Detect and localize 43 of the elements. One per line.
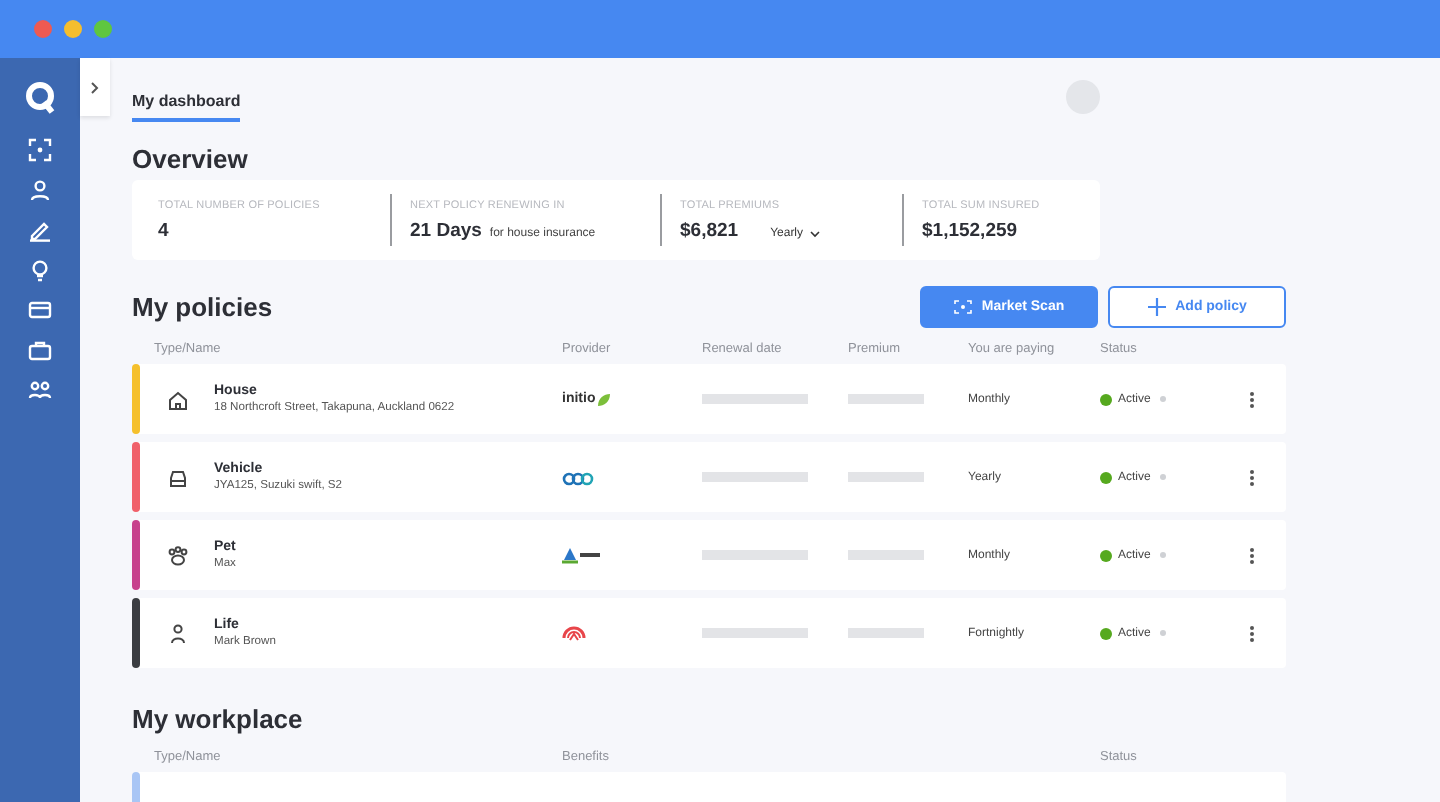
- rings-logo-icon: [562, 471, 594, 485]
- premium-placeholder: [848, 628, 924, 638]
- more-menu-button[interactable]: [1246, 623, 1258, 643]
- stat-value: $1,152,259: [922, 219, 1018, 241]
- section-title: Overview: [132, 144, 250, 174]
- collapse-toggle[interactable]: [80, 58, 110, 116]
- renewal-placeholder: [702, 472, 808, 482]
- app-logo-icon: [24, 80, 56, 114]
- chevron-down-icon: [809, 229, 820, 237]
- scan-icon: [953, 300, 972, 314]
- car-icon: [165, 465, 189, 489]
- renewal-placeholder: [702, 394, 808, 404]
- briefcase-icon[interactable]: [28, 338, 52, 362]
- section-title: My workplace: [132, 704, 305, 734]
- premium-placeholder: [848, 550, 924, 560]
- stat-value: 4: [158, 219, 169, 241]
- status-dot: [1100, 471, 1112, 483]
- premium-placeholder: [848, 394, 924, 404]
- renewal-placeholder: [702, 628, 808, 638]
- premium-placeholder: [848, 472, 924, 482]
- stat-value: $6,821: [680, 219, 739, 241]
- renewal-placeholder: [702, 550, 808, 560]
- status-dot: [1100, 393, 1112, 405]
- person-icon: [165, 621, 189, 645]
- person-icon[interactable]: [28, 178, 52, 202]
- paw-icon: [165, 543, 189, 567]
- status-dot: [1100, 627, 1112, 639]
- pen-icon[interactable]: [28, 218, 52, 242]
- lightbulb-icon[interactable]: [28, 258, 52, 282]
- status-dot: [1100, 549, 1112, 561]
- stat-value: 21 Days: [410, 219, 482, 241]
- chevron-icon: [90, 81, 100, 93]
- card-icon[interactable]: [28, 298, 52, 322]
- section-title: My policies: [132, 292, 273, 322]
- scan-icon[interactable]: [28, 138, 52, 162]
- dashboard-tab[interactable]: My dashboard: [132, 86, 241, 122]
- house-icon: [165, 387, 189, 411]
- more-menu-button[interactable]: [1246, 545, 1258, 565]
- more-menu-button[interactable]: [1246, 467, 1258, 487]
- more-menu-button[interactable]: [1246, 389, 1258, 409]
- plus-icon: [1147, 298, 1166, 316]
- tent-logo-icon: [562, 545, 602, 563]
- people-icon[interactable]: [28, 378, 52, 402]
